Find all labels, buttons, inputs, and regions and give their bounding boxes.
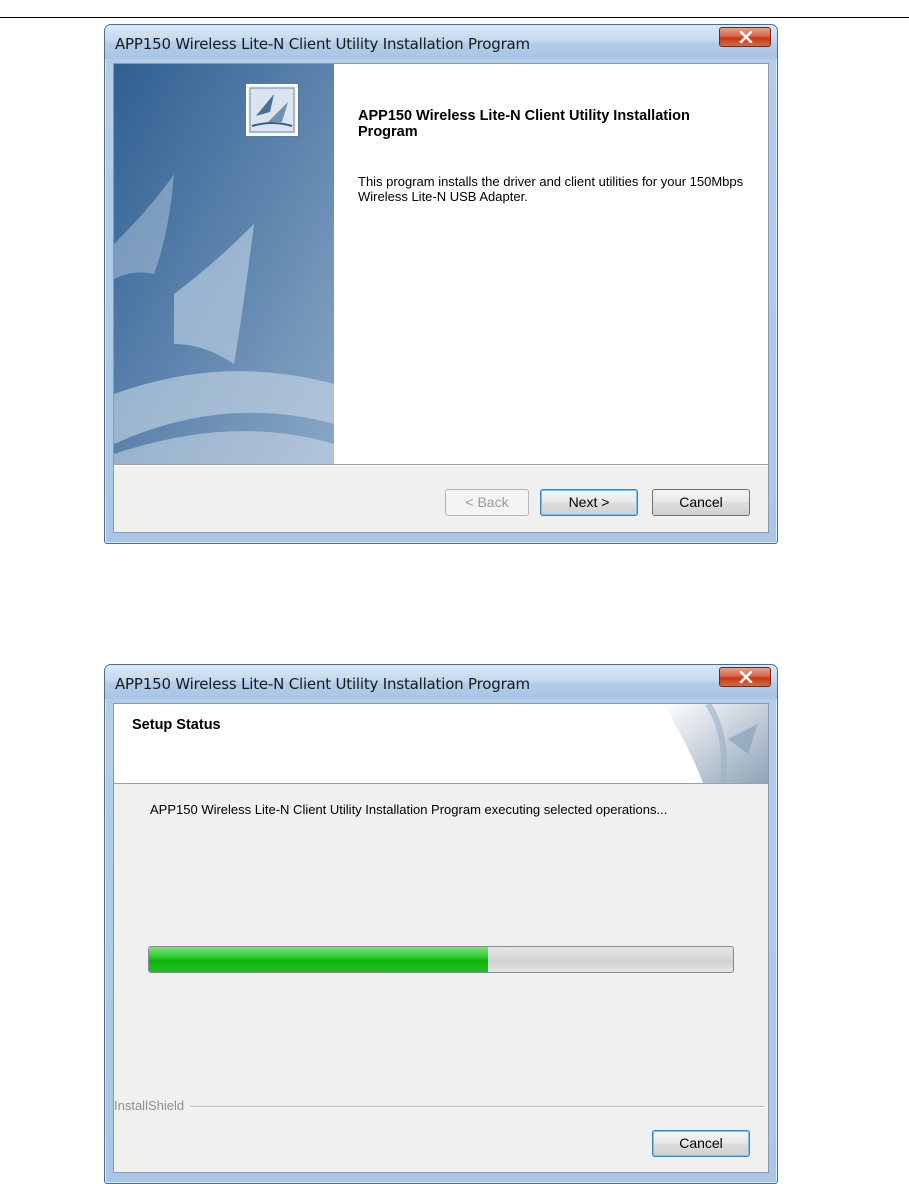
close-icon	[739, 31, 753, 43]
titlebar[interactable]: APP150 Wireless Lite-N Client Utility In…	[105, 25, 777, 59]
welcome-heading: APP150 Wireless Lite-N Client Utility In…	[358, 108, 690, 140]
installshield-group: InstallShield	[114, 1098, 768, 1113]
titlebar[interactable]: APP150 Wireless Lite-N Client Utility In…	[105, 665, 777, 699]
window-title: APP150 Wireless Lite-N Client Utility In…	[115, 35, 530, 53]
button-area-divider	[114, 464, 768, 466]
progress-fill	[149, 947, 488, 972]
progress-bar	[148, 946, 734, 973]
setup-logo-icon	[246, 84, 298, 136]
close-button[interactable]	[719, 667, 771, 687]
dialog-client-area: APP150 Wireless Lite-N Client Utility In…	[113, 63, 769, 533]
page-top-rule	[0, 17, 909, 18]
setup-status-title: Setup Status	[132, 717, 221, 733]
side-banner-image	[114, 64, 334, 464]
status-message: APP150 Wireless Lite-N Client Utility In…	[150, 802, 668, 817]
welcome-description: This program installs the driver and cli…	[358, 174, 744, 204]
installer-window-setup-status: APP150 Wireless Lite-N Client Utility In…	[104, 664, 778, 1184]
sail-artwork	[114, 64, 334, 464]
cancel-button[interactable]: Cancel	[652, 489, 750, 516]
welcome-content-panel: APP150 Wireless Lite-N Client Utility In…	[334, 64, 768, 464]
window-title: APP150 Wireless Lite-N Client Utility In…	[115, 675, 530, 693]
installer-window-welcome: APP150 Wireless Lite-N Client Utility In…	[104, 24, 778, 544]
setup-status-header: Setup Status	[114, 704, 768, 784]
close-button[interactable]	[719, 27, 771, 47]
installshield-label: InstallShield	[114, 1098, 191, 1113]
next-button[interactable]: Next >	[540, 489, 638, 516]
installshield-divider	[114, 1106, 764, 1108]
back-button[interactable]: < Back	[445, 489, 529, 516]
cancel-button[interactable]: Cancel	[652, 1130, 750, 1157]
dialog-client-area: Setup Status APP150 Wireless Lite-N Clie…	[113, 703, 769, 1173]
close-icon	[739, 671, 753, 683]
page-curl-decoration	[663, 704, 768, 783]
